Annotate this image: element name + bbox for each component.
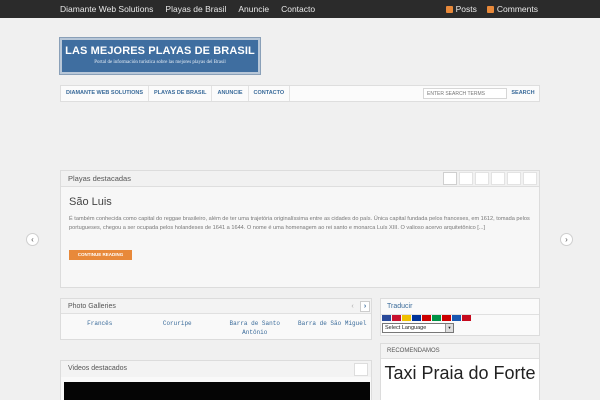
featured-thumbnails [441,172,537,185]
post-excerpt: É também conhecida como capital do regga… [69,216,530,231]
top-nav: Diamante Web Solutions Playas de Brasil … [60,0,327,18]
gallery-next-button[interactable]: › [360,301,370,312]
logo-title: LAS MEJORES PLAYAS DE BRASIL [65,45,255,57]
recommend-title: RECOMENDAMOS [387,348,440,354]
featured-header: Playas destacadas [61,171,539,187]
feed-links: Posts Comments [436,0,538,18]
videos-header: Videos destacados [61,361,371,377]
gallery-item[interactable]: Barra de São Miguel [294,319,372,337]
posts-feed-label: Posts [455,4,477,14]
flag-icon[interactable] [382,315,391,321]
site-logo[interactable]: LAS MEJORES PLAYAS DE BRASIL Portal de i… [60,38,260,74]
comments-feed-label: Comments [496,4,538,14]
top-nav-anuncie[interactable]: Anuncie [238,0,269,18]
videos-thumb[interactable] [354,363,368,376]
main-nav-diamante[interactable]: DIAMANTE WEB SOLUTIONS [61,86,149,101]
galleries-header: Photo Galleries ‹ › [61,299,371,314]
main-nav-playas[interactable]: PLAYAS DE BRASIL [149,86,213,101]
continue-reading-button[interactable]: CONTINUE READING [69,250,132,260]
featured-thumb-3[interactable] [475,172,489,185]
recommend-widget: RECOMENDAMOS Taxi Praia do Forte [380,343,540,400]
post-title[interactable]: São Luis [69,196,112,208]
flag-icon[interactable] [452,315,461,321]
recommend-ad[interactable]: Taxi Praia do Forte [381,364,539,383]
language-flags [382,315,472,321]
featured-thumb-6[interactable] [523,172,537,185]
top-nav-playas[interactable]: Playas de Brasil [165,0,226,18]
language-select[interactable]: Select Language ▼ [382,323,454,333]
photo-galleries-panel: Photo Galleries ‹ › Francês Coruripe Bar… [60,298,372,340]
featured-thumb-5[interactable] [507,172,521,185]
gallery-prev-button[interactable]: ‹ [348,302,357,311]
featured-title: Playas destacadas [68,174,131,183]
top-nav-diamante[interactable]: Diamante Web Solutions [60,0,153,18]
posts-feed-link[interactable]: Posts [445,0,477,18]
gallery-item[interactable]: Coruripe [139,319,217,337]
featured-thumb-2[interactable] [459,172,473,185]
slider-next-button[interactable]: › [560,233,573,246]
featured-thumb-4[interactable] [491,172,505,185]
galleries-title: Photo Galleries [68,303,116,310]
video-player[interactable] [64,382,370,400]
search-button[interactable]: SEARCH [509,88,537,99]
flag-icon[interactable] [422,315,431,321]
main-nav: DIAMANTE WEB SOLUTIONS PLAYAS DE BRASIL … [61,86,291,101]
logo-subtitle: Portal de información turística sobre la… [94,60,226,65]
gallery-item[interactable]: Francês [61,319,139,337]
featured-beaches-panel: Playas destacadas São Luis É também conh… [60,170,540,288]
featured-videos-panel: Videos destacados [60,360,372,400]
recommend-header: RECOMENDAMOS [381,344,539,359]
gallery-list: Francês Coruripe Barra de Santo Antônio … [61,319,371,337]
flag-icon[interactable] [462,315,471,321]
main-nav-contacto[interactable]: CONTACTO [249,86,291,101]
featured-thumb-1[interactable] [443,172,457,185]
chevron-down-icon: ▼ [445,324,453,332]
slider-prev-button[interactable]: ‹ [26,233,39,246]
top-bar: Diamante Web Solutions Playas de Brasil … [0,0,600,18]
flag-icon[interactable] [392,315,401,321]
gallery-item[interactable]: Barra de Santo Antônio [216,319,294,337]
main-nav-bar: DIAMANTE WEB SOLUTIONS PLAYAS DE BRASIL … [60,85,540,102]
flag-icon[interactable] [412,315,421,321]
flag-icon[interactable] [402,315,411,321]
rss-icon [445,5,453,13]
rss-icon [486,5,494,13]
comments-feed-link[interactable]: Comments [486,0,538,18]
translate-title: Traducir [387,303,413,310]
language-select-value: Select Language [385,325,427,331]
search-input[interactable] [423,88,507,99]
videos-title: Videos destacados [68,365,128,372]
flag-icon[interactable] [442,315,451,321]
flag-icon[interactable] [432,315,441,321]
translate-widget: Traducir Select Language ▼ [380,298,540,336]
main-nav-anuncie[interactable]: ANUNCIE [212,86,249,101]
top-nav-contacto[interactable]: Contacto [281,0,315,18]
